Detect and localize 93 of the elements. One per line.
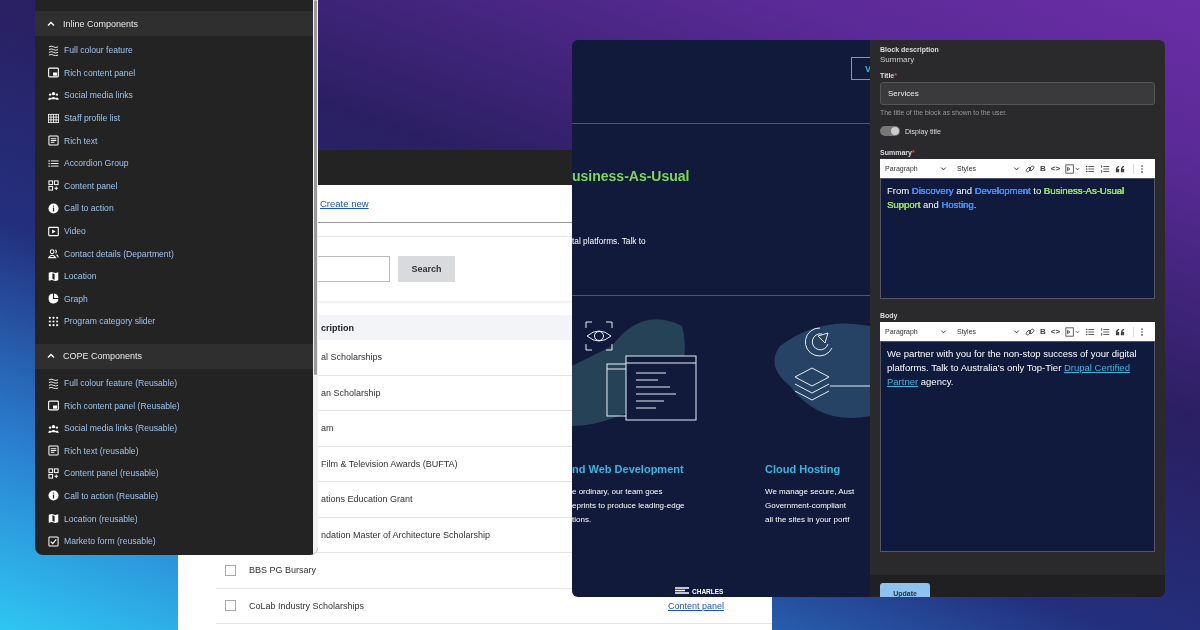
component-option[interactable]: Staff profile list: [64, 113, 121, 124]
table-cell-text: am: [320, 423, 334, 434]
caret-icon: [1013, 165, 1020, 172]
title-field[interactable]: Services: [880, 82, 1155, 105]
component-option[interactable]: Call to action: [64, 203, 114, 214]
table-cell: CoLab Industry Scholarships: [249, 600, 365, 611]
component-option[interactable]: Content panel: [64, 180, 118, 191]
component-option[interactable]: Location: [64, 271, 97, 282]
doc-icon: [48, 135, 59, 147]
component-option[interactable]: Full colour feature (Reusable): [64, 378, 178, 388]
info-icon: [48, 490, 59, 502]
component-option[interactable]: Full colour feature: [64, 45, 133, 56]
row-checkbox[interactable]: [225, 600, 236, 612]
toolbar-button[interactable]: B: [1040, 327, 1046, 336]
component-option[interactable]: Social media links (Reusable): [64, 423, 178, 434]
section-heading: usiness-As-Usual: [572, 168, 690, 184]
service-heading: nd Web Development: [572, 463, 685, 475]
service-text: tions.: [572, 514, 593, 526]
component-option[interactable]: Graph: [64, 293, 88, 304]
contact-icon: [48, 248, 59, 260]
component-option[interactable]: Rich text: [64, 135, 98, 146]
section-header[interactable]: COPE Components: [35, 343, 313, 369]
media-embed-icon[interactable]: [1065, 163, 1081, 174]
search-button[interactable]: Search: [398, 256, 455, 282]
editor-content[interactable]: We partner with you for the non-stop success of your digital platforms. Talk to Australia's only Top-Tier Drupal Certified Partner agency.: [880, 341, 1155, 552]
waves-icon: [48, 44, 59, 56]
service-text: all the sites in your portf: [765, 514, 851, 526]
toolbar-button[interactable]: <>: [1050, 164, 1061, 173]
component-option[interactable]: Program category slider: [64, 316, 156, 327]
component-option[interactable]: Rich text (reusable): [64, 445, 139, 456]
link-icon[interactable]: [1025, 163, 1035, 174]
media-embed-icon[interactable]: [1065, 326, 1081, 337]
component-option[interactable]: Video: [64, 226, 86, 237]
component-option[interactable]: Rich content panel (Reusable): [64, 400, 180, 411]
list-icon: [48, 157, 59, 169]
service-text: e ordinary, our team goes: [572, 486, 664, 498]
intro-text: tal platforms. Talk to: [572, 236, 646, 246]
numbered-list-icon[interactable]: [1100, 326, 1111, 337]
service-text: eprints to produce leading-edge: [572, 500, 686, 512]
caret-icon: [1013, 328, 1020, 335]
quote-icon[interactable]: [1115, 163, 1126, 174]
logo-icon: [675, 587, 689, 595]
field-value: Summary: [880, 55, 916, 64]
scrollbar[interactable]: [314, 0, 317, 375]
service-text: Government-compliant: [765, 500, 847, 512]
component-option[interactable]: Contact details (Department): [64, 248, 174, 259]
link-icon[interactable]: [1025, 326, 1035, 337]
quote-icon[interactable]: [1115, 326, 1126, 337]
waves-icon: [48, 377, 59, 389]
section-header[interactable]: Inline Components: [35, 11, 313, 36]
video-icon: [48, 225, 59, 237]
component-option[interactable]: Rich content panel: [64, 67, 136, 78]
map-icon: [48, 270, 59, 282]
component-option[interactable]: Location (reusable): [64, 513, 138, 524]
bulleted-list-icon[interactable]: [1085, 326, 1096, 337]
section-title: Inline Components: [63, 18, 139, 29]
people-icon: [48, 90, 59, 101]
column-heading: cription: [321, 322, 354, 333]
numbered-list-icon[interactable]: [1100, 163, 1111, 174]
dots-icon: [48, 315, 59, 327]
table-cell-text: ndation Master of Architecture Scholarship: [320, 529, 491, 540]
service-heading: Cloud Hosting: [765, 463, 842, 475]
toolbar-button[interactable]: B: [1040, 164, 1046, 173]
toolbar-button[interactable]: <>: [1050, 327, 1061, 336]
table-cell-text: ations Education Grant: [320, 494, 413, 505]
table-cell: BBS PG Bursary: [249, 565, 317, 576]
section-title: COPE Components: [63, 351, 143, 362]
people-icon: [48, 422, 59, 434]
editor-content[interactable]: From Discovery and Development to Business-As-Usual Support and Hosting.: [880, 178, 1155, 299]
panel-icon: [48, 67, 59, 79]
panel-icon: [48, 400, 59, 412]
check-icon: [48, 535, 59, 547]
row-checkbox[interactable]: [225, 564, 236, 576]
type-link[interactable]: Content panel: [668, 600, 725, 611]
caret-icon: [940, 165, 947, 172]
component-option[interactable]: Call to action (Reusable): [64, 491, 159, 501]
doc-icon: [48, 445, 59, 457]
component-option[interactable]: Content panel (reusable): [64, 468, 159, 479]
service-text: We manage secure, Aust: [765, 486, 856, 498]
table-cell-text: al Scholarships: [320, 352, 383, 363]
map-icon: [48, 513, 59, 525]
pie-icon: [48, 293, 59, 305]
info-icon: [48, 202, 59, 214]
component-option[interactable]: Marketo form (reusable): [64, 536, 156, 547]
display-title-toggle[interactable]: [880, 126, 900, 136]
component-option[interactable]: Accordion Group: [64, 158, 129, 169]
table-cell-text: an Scholarship: [320, 387, 381, 398]
bulleted-list-icon[interactable]: [1085, 163, 1096, 174]
table-cell-text: Film & Television Awards (BUFTA): [320, 458, 458, 469]
caret-icon: [940, 328, 947, 335]
grid-icon: [48, 112, 59, 124]
create-new-link[interactable]: Create new: [320, 198, 369, 209]
component-option[interactable]: Social media links: [64, 90, 133, 101]
